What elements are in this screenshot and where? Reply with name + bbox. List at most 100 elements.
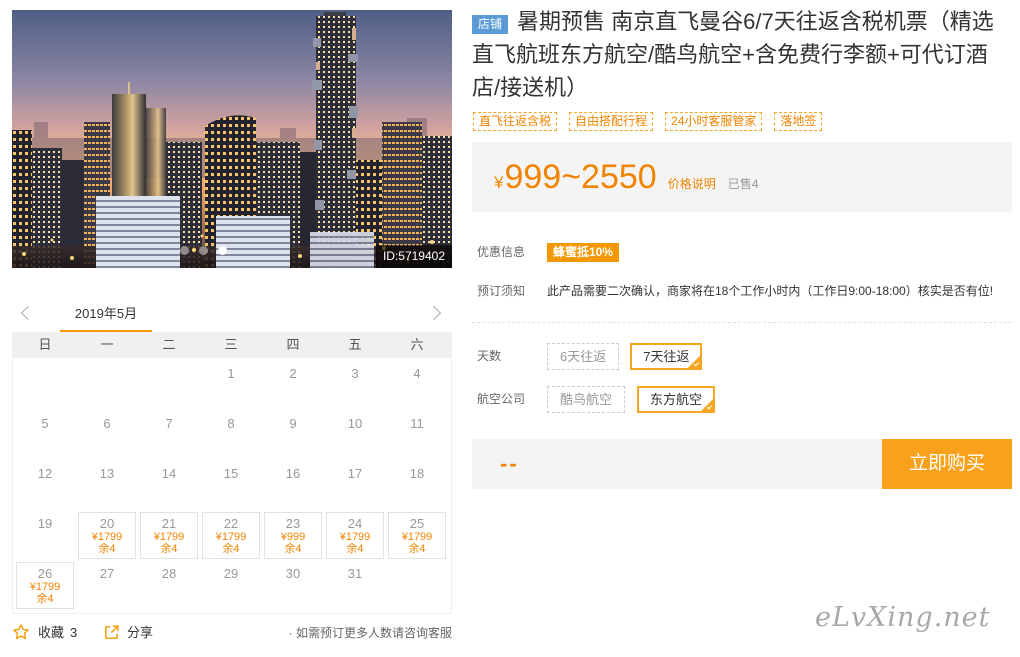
product-tags: 直飞往返含税 自由搭配行程 24小时客服管家 落地签	[473, 112, 823, 131]
calendar-day-number: 6	[103, 416, 111, 431]
calendar-day: 10	[324, 408, 386, 458]
calendar-day-available[interactable]: 23 ¥999 余4	[262, 508, 324, 559]
calendar-day: 4	[386, 358, 448, 408]
weekday-label: 六	[410, 337, 424, 352]
calendar-day: 16	[262, 458, 324, 508]
calendar-day-available[interactable]: 20 ¥1799 余4	[76, 508, 138, 559]
calendar-day-box[interactable]: 25 ¥1799 余4	[388, 512, 446, 559]
purchase-bar: --	[472, 439, 882, 489]
calendar-day-box[interactable]: 26 ¥1799 余4	[16, 562, 74, 609]
calendar-day-available[interactable]: 24 ¥1799 余4	[324, 508, 386, 559]
shop-badge[interactable]: 店铺	[472, 15, 509, 34]
calendar-day: 1	[200, 358, 262, 408]
calendar-day-number: 31	[347, 566, 363, 581]
calendar-days-grid: 1 2 3 4 5 6 7 8 9 10 11 12 13 14 15 16 17 18 19 20 ¥1799 余4 21…	[12, 358, 452, 614]
calendar-day: 27	[76, 558, 138, 608]
calendar-day: 2	[262, 358, 324, 408]
image-id-label: ID:5719402	[375, 245, 452, 268]
calendar-day-number: 23	[285, 516, 301, 531]
carousel-indicators	[180, 246, 227, 255]
calendar-day: 30	[262, 558, 324, 608]
weekday-label: 四	[286, 337, 300, 352]
calendar-day-number: 29	[223, 566, 239, 581]
price-range: 999~2550	[504, 158, 657, 196]
calendar-day-box[interactable]: 21 ¥1799 余4	[140, 512, 198, 559]
calendar-day-price: ¥1799	[29, 581, 61, 593]
days-option[interactable]: 7天往返	[630, 343, 703, 370]
calendar-day-number: 3	[351, 366, 359, 381]
calendar-day: 28	[138, 558, 200, 608]
calendar-day: 5	[14, 408, 76, 458]
weekday-label: 五	[348, 337, 362, 352]
calendar-day-number: 11	[410, 416, 424, 431]
calendar-day: 8	[200, 408, 262, 458]
carousel-dot[interactable]	[180, 246, 189, 255]
calendar-day-box[interactable]: 23 ¥999 余4	[264, 512, 322, 559]
calendar-day: 18	[386, 458, 448, 508]
option-label: 酷鸟航空	[560, 392, 613, 407]
share-button[interactable]: 分享	[127, 624, 153, 642]
calendar-day: 9	[262, 408, 324, 458]
calendar-day-number: 28	[161, 566, 177, 581]
calendar-day: 7	[138, 408, 200, 458]
calendar-day-available[interactable]: 25 ¥1799 余4	[386, 508, 448, 559]
calendar-day: 29	[200, 558, 262, 608]
product-gallery[interactable]: ID:5719402	[12, 10, 452, 268]
option-label: 6天往返	[560, 349, 607, 364]
airline-option[interactable]: 酷鸟航空	[547, 386, 626, 413]
calendar-day-number: 26	[37, 566, 53, 581]
star-icon[interactable]	[12, 623, 30, 641]
calendar-day-number: 15	[223, 466, 239, 481]
calendar-day-available[interactable]: 22 ¥1799 余4	[200, 508, 262, 559]
share-icon[interactable]	[103, 624, 120, 641]
section-divider	[472, 322, 1012, 323]
calendar-day-number: 4	[413, 366, 421, 381]
calendar-day-number: 8	[227, 416, 235, 431]
calendar-day-box[interactable]: 20 ¥1799 余4	[78, 512, 136, 559]
product-title-text: 暑期预售 南京直飞曼谷6/7天往返含税机票（精选直飞航班东方航空/酷鸟航空+含免…	[472, 9, 994, 100]
calendar-empty-cell	[138, 358, 200, 408]
calendar-day-available[interactable]: 21 ¥1799 余4	[138, 508, 200, 559]
sold-count: 已售4	[727, 177, 759, 191]
promo-label: 优惠信息	[477, 245, 526, 259]
calendar-day: 11	[386, 408, 448, 458]
calendar-day-number: 10	[347, 416, 363, 431]
booking-notice-label: 预订须知	[477, 284, 526, 298]
calendar-month-tab[interactable]: 2019年5月	[60, 302, 152, 332]
price-explanation-link[interactable]: 价格说明	[668, 175, 716, 192]
group-booking-note: · 如需预订更多人数请咨询客服	[288, 626, 452, 640]
chevron-right-icon[interactable]	[429, 305, 443, 321]
product-tag: 落地签	[774, 112, 823, 131]
favorite-button[interactable]: 收藏	[38, 624, 64, 642]
product-title: 店铺 暑期预售 南京直飞曼谷6/7天往返含税机票（精选直飞航班东方航空/酷鸟航空+…	[472, 5, 1002, 104]
calendar-day-number: 16	[285, 466, 301, 481]
airline-label: 航空公司	[477, 392, 526, 406]
calendar-empty-cell	[76, 358, 138, 408]
option-label: 东方航空	[650, 392, 703, 407]
airline-options: 酷鸟航空 东方航空	[547, 386, 716, 413]
calendar-day-number: 30	[285, 566, 301, 581]
calendar-day: 19	[14, 508, 76, 558]
calendar-day-box[interactable]: 24 ¥1799 余4	[326, 512, 384, 559]
carousel-dot[interactable]	[218, 246, 227, 255]
promo-badge: 蜂蜜抵10%	[547, 243, 620, 262]
calendar-day-available[interactable]: 26 ¥1799 余4	[14, 558, 76, 609]
days-option[interactable]: 6天往返	[547, 343, 620, 370]
carousel-dot[interactable]	[199, 246, 208, 255]
product-tag: 直飞往返含税	[473, 112, 558, 131]
calendar-day-number: 5	[41, 416, 49, 431]
price-panel: ¥ 999~2550 价格说明 已售4	[472, 142, 1012, 212]
calendar-day-number: 25	[409, 516, 425, 531]
calendar-day-price: ¥1799	[91, 531, 123, 543]
chevron-left-icon[interactable]	[19, 305, 33, 321]
total-price: --	[500, 451, 519, 476]
weekday-label: 三	[224, 337, 238, 352]
calendar-day-stock: 余4	[222, 543, 240, 555]
calendar-day: 13	[76, 458, 138, 508]
calendar-day-number: 21	[161, 516, 177, 531]
calendar-day-box[interactable]: 22 ¥1799 余4	[202, 512, 260, 559]
calendar-day-price: ¥1799	[215, 531, 247, 543]
favorite-count: 3	[70, 625, 78, 640]
airline-option[interactable]: 东方航空	[637, 386, 716, 413]
buy-now-button[interactable]: 立即购买	[882, 439, 1012, 489]
